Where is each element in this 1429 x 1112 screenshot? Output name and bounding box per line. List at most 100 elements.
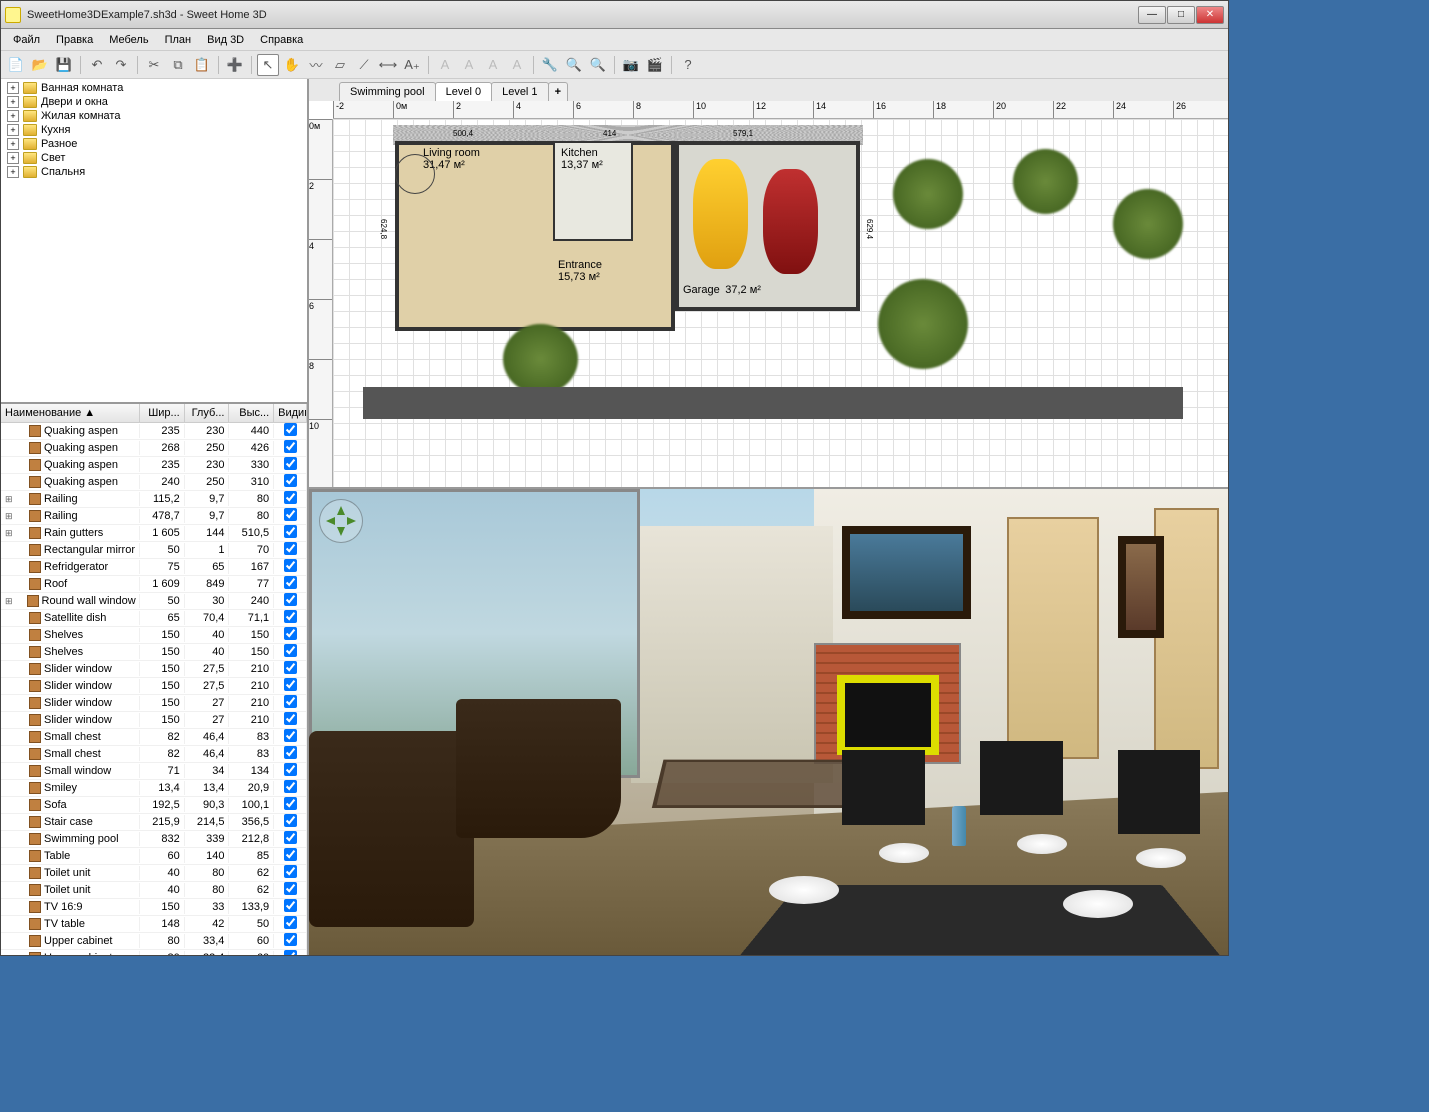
close-button[interactable]: ✕ bbox=[1196, 6, 1224, 24]
view-3d[interactable] bbox=[309, 489, 1228, 955]
expand-icon[interactable]: + bbox=[7, 138, 19, 150]
visible-checkbox[interactable] bbox=[284, 729, 297, 742]
table-row[interactable]: Small chest8246,483 bbox=[1, 729, 307, 746]
pan-icon[interactable]: ✋ bbox=[281, 54, 303, 76]
table-row[interactable]: Quaking aspen240250310 bbox=[1, 474, 307, 491]
visible-checkbox[interactable] bbox=[284, 644, 297, 657]
visible-checkbox[interactable] bbox=[284, 797, 297, 810]
increase-icon[interactable]: A bbox=[482, 54, 504, 76]
tab-add[interactable]: + bbox=[548, 82, 568, 101]
menu-plan[interactable]: План bbox=[157, 31, 200, 49]
expand-icon[interactable]: + bbox=[7, 96, 19, 108]
table-row[interactable]: Smiley13,413,420,9 bbox=[1, 780, 307, 797]
table-row[interactable]: Small chest8246,483 bbox=[1, 746, 307, 763]
tree-item[interactable]: +Ванная комната bbox=[3, 81, 305, 95]
visible-checkbox[interactable] bbox=[284, 559, 297, 572]
tab-level-0[interactable]: Level 0 bbox=[435, 82, 492, 101]
table-row[interactable]: ⊞Railing478,79,780 bbox=[1, 508, 307, 525]
visible-checkbox[interactable] bbox=[284, 542, 297, 555]
zoom-in-icon[interactable]: 🔍 bbox=[587, 54, 609, 76]
camera-icon[interactable]: 📷 bbox=[620, 54, 642, 76]
expand-icon[interactable]: + bbox=[7, 124, 19, 136]
table-row[interactable]: Quaking aspen235230330 bbox=[1, 457, 307, 474]
visible-checkbox[interactable] bbox=[284, 627, 297, 640]
table-row[interactable]: Slider window15027210 bbox=[1, 695, 307, 712]
menu-furniture[interactable]: Мебель bbox=[101, 31, 156, 49]
tab-level-1[interactable]: Level 1 bbox=[491, 82, 548, 101]
table-row[interactable]: Stair case215,9214,5356,5 bbox=[1, 814, 307, 831]
table-row[interactable]: Table6014085 bbox=[1, 848, 307, 865]
table-row[interactable]: Slider window15027,5210 bbox=[1, 678, 307, 695]
wall-icon[interactable]: 〰 bbox=[305, 54, 327, 76]
visible-checkbox[interactable] bbox=[284, 576, 297, 589]
table-row[interactable]: Small window7134134 bbox=[1, 763, 307, 780]
tree-item[interactable]: +Свет bbox=[3, 151, 305, 165]
visible-checkbox[interactable] bbox=[284, 593, 297, 606]
table-row[interactable]: Satellite dish6570,471,1 bbox=[1, 610, 307, 627]
dimension-icon[interactable]: ⟷ bbox=[377, 54, 399, 76]
tree-item[interactable]: +Жилая комната bbox=[3, 109, 305, 123]
new-icon[interactable]: 📄 bbox=[5, 54, 27, 76]
col-depth[interactable]: Глуб... bbox=[185, 404, 230, 422]
menu-3dview[interactable]: Вид 3D bbox=[199, 31, 252, 49]
plan-canvas[interactable]: -20м246810121416182022242628 0м246810 Li… bbox=[309, 101, 1228, 487]
cut-icon[interactable]: ✂ bbox=[143, 54, 165, 76]
expand-icon[interactable]: + bbox=[7, 110, 19, 122]
visible-checkbox[interactable] bbox=[284, 457, 297, 470]
italic-icon[interactable]: A bbox=[458, 54, 480, 76]
maximize-button[interactable]: □ bbox=[1167, 6, 1195, 24]
save-icon[interactable]: 💾 bbox=[53, 54, 75, 76]
video-icon[interactable]: 🎬 bbox=[644, 54, 666, 76]
visible-checkbox[interactable] bbox=[284, 814, 297, 827]
table-row[interactable]: ⊞Railing115,29,780 bbox=[1, 491, 307, 508]
table-row[interactable]: TV table1484250 bbox=[1, 916, 307, 933]
table-row[interactable]: Toilet unit408062 bbox=[1, 865, 307, 882]
visible-checkbox[interactable] bbox=[284, 746, 297, 759]
visible-checkbox[interactable] bbox=[284, 491, 297, 504]
decrease-icon[interactable]: A bbox=[506, 54, 528, 76]
select-icon[interactable]: ↖ bbox=[257, 54, 279, 76]
menu-edit[interactable]: Правка bbox=[48, 31, 101, 49]
visible-checkbox[interactable] bbox=[284, 423, 297, 436]
visible-checkbox[interactable] bbox=[284, 899, 297, 912]
visible-checkbox[interactable] bbox=[284, 831, 297, 844]
tree-item[interactable]: +Кухня bbox=[3, 123, 305, 137]
expand-icon[interactable]: + bbox=[7, 152, 19, 164]
table-row[interactable]: Shelves15040150 bbox=[1, 627, 307, 644]
visible-checkbox[interactable] bbox=[284, 933, 297, 946]
visible-checkbox[interactable] bbox=[284, 763, 297, 776]
expand-icon[interactable]: + bbox=[7, 166, 19, 178]
table-row[interactable]: Quaking aspen235230440 bbox=[1, 423, 307, 440]
visible-checkbox[interactable] bbox=[284, 916, 297, 929]
col-width[interactable]: Шир... bbox=[140, 404, 185, 422]
table-row[interactable]: Upper cabinet8033,460 bbox=[1, 933, 307, 950]
visible-checkbox[interactable] bbox=[284, 525, 297, 538]
tab-swimming-pool[interactable]: Swimming pool bbox=[339, 82, 436, 101]
visible-checkbox[interactable] bbox=[284, 610, 297, 623]
table-row[interactable]: ⊞Round wall window5030240 bbox=[1, 593, 307, 610]
visible-checkbox[interactable] bbox=[284, 661, 297, 674]
room-icon[interactable]: ▱ bbox=[329, 54, 351, 76]
visible-checkbox[interactable] bbox=[284, 440, 297, 453]
table-row[interactable]: Slider window15027210 bbox=[1, 712, 307, 729]
tree-item[interactable]: +Двери и окна bbox=[3, 95, 305, 109]
table-row[interactable]: Shelves15040150 bbox=[1, 644, 307, 661]
table-row[interactable]: Sofa192,590,3100,1 bbox=[1, 797, 307, 814]
nav-compass-icon[interactable] bbox=[319, 499, 363, 543]
catalog-tree[interactable]: +Ванная комната+Двери и окна+Жилая комна… bbox=[1, 79, 307, 404]
table-row[interactable]: ⊞Rain gutters1 605144510,5 bbox=[1, 525, 307, 542]
menu-help[interactable]: Справка bbox=[252, 31, 311, 49]
paste-icon[interactable]: 📋 bbox=[191, 54, 213, 76]
help-icon[interactable]: ? bbox=[677, 54, 699, 76]
col-name[interactable]: Наименование ▲ bbox=[1, 404, 140, 422]
col-height[interactable]: Выс... bbox=[229, 404, 274, 422]
minimize-button[interactable]: — bbox=[1138, 6, 1166, 24]
visible-checkbox[interactable] bbox=[284, 780, 297, 793]
table-row[interactable]: Swimming pool832339212,8 bbox=[1, 831, 307, 848]
visible-checkbox[interactable] bbox=[284, 474, 297, 487]
visible-checkbox[interactable] bbox=[284, 882, 297, 895]
visible-checkbox[interactable] bbox=[284, 695, 297, 708]
redo-icon[interactable]: ↷ bbox=[110, 54, 132, 76]
text-icon[interactable]: A₊ bbox=[401, 54, 423, 76]
table-row[interactable]: Quaking aspen268250426 bbox=[1, 440, 307, 457]
